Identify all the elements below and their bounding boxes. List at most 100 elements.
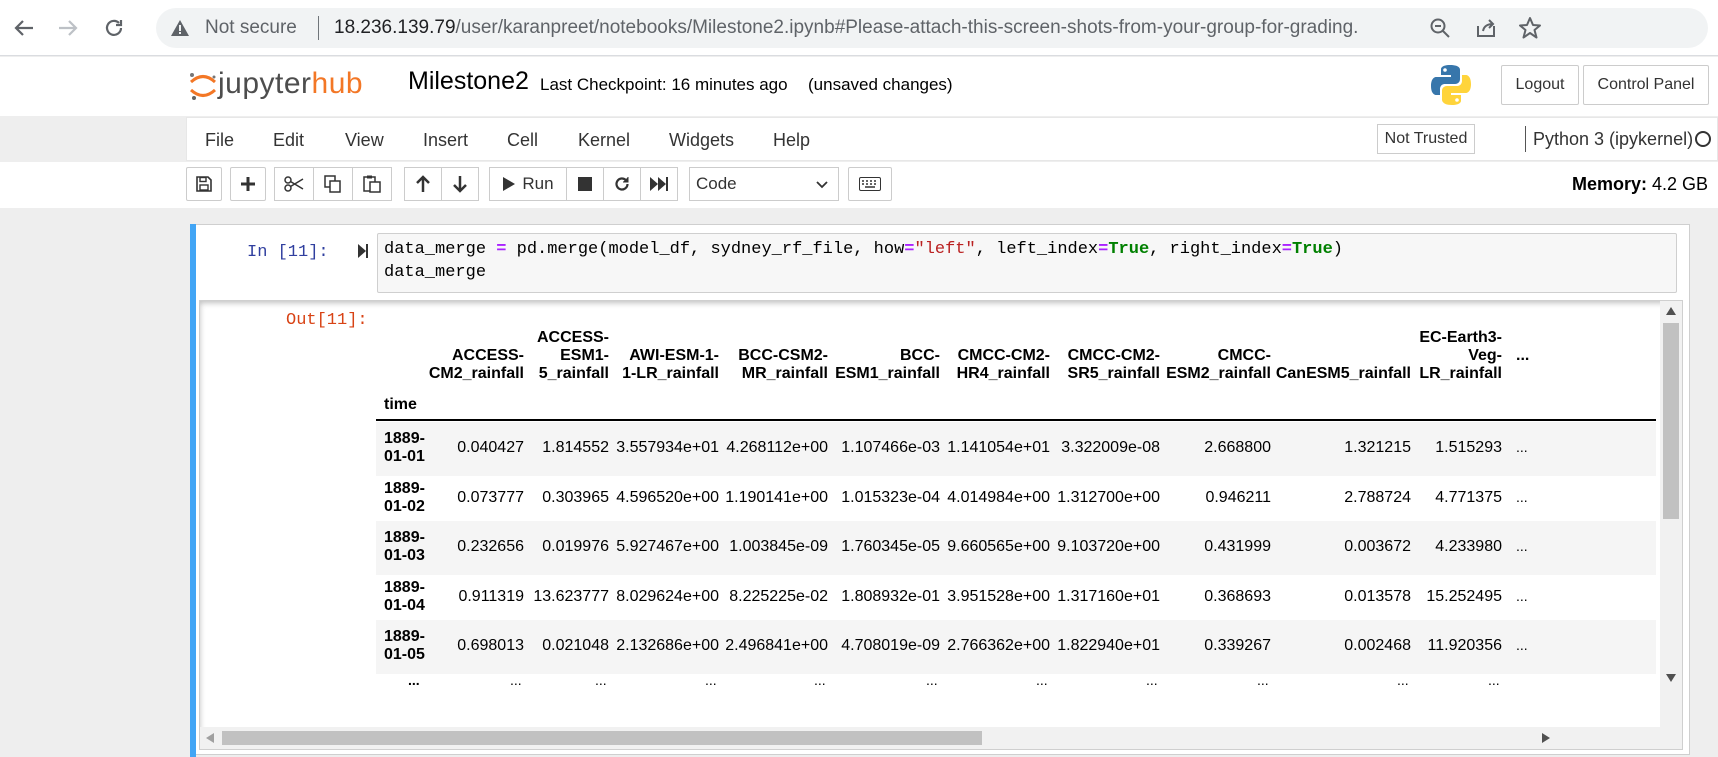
security-label[interactable]: Not secure <box>205 17 297 39</box>
row-index: 1889- 01-02 <box>384 480 425 516</box>
menu-file[interactable]: File <box>205 130 234 151</box>
restart-icon <box>615 177 629 191</box>
cell-ellipsis: ... <box>705 671 717 688</box>
run-cell-icon[interactable] <box>357 243 369 259</box>
table-cell: 1.312700e+00 <box>1057 488 1160 506</box>
table-cell: 1.515293 <box>1435 439 1502 456</box>
back-arrow-icon[interactable] <box>8 12 40 44</box>
cell-ellipsis: ... <box>510 671 522 688</box>
cell-type-select[interactable]: Code <box>689 167 839 201</box>
command-palette-button[interactable] <box>848 167 892 201</box>
row-ellipsis: ... <box>1516 488 1528 505</box>
copy-button[interactable] <box>313 167 353 201</box>
jupyter-orbit-icon <box>189 73 217 100</box>
move-down-button[interactable] <box>441 167 479 201</box>
column-header: ACCESS- CM2_rainfall <box>429 347 524 383</box>
table-row[interactable]: 1889- 01-01 0.040427 1.814552 3.557934e+01 4.… <box>376 422 1656 476</box>
forward-arrow-icon[interactable] <box>52 12 84 44</box>
column-header-line: CanESM5_rainfall <box>1275 365 1411 382</box>
table-cell: 0.013578 <box>1344 587 1411 605</box>
horizontal-scroll-thumb[interactable] <box>222 731 982 745</box>
table-cell: 4.233980 <box>1435 538 1502 555</box>
scroll-down-arrow-icon[interactable] <box>1666 674 1676 682</box>
code-token: , right_index <box>1149 240 1282 259</box>
scissors-icon <box>284 176 304 192</box>
warning-triangle-icon[interactable] <box>170 19 190 42</box>
table-row[interactable]: 1889- 01-03 0.232656 0.019976 5.927467e+00 1.… <box>376 521 1656 575</box>
bookmark-star-icon[interactable] <box>1518 16 1542 40</box>
address-bar[interactable]: Not secure 18.236.139.79/user/karanpreet… <box>156 8 1708 48</box>
scroll-right-arrow-icon[interactable] <box>1542 733 1550 743</box>
index-header: time <box>384 396 417 413</box>
column-header-ellipsis: ... <box>1516 347 1530 364</box>
interrupt-button[interactable] <box>566 167 604 201</box>
share-icon[interactable] <box>1474 16 1498 40</box>
save-button[interactable] <box>186 167 222 201</box>
row-ellipsis: ... <box>1516 637 1528 653</box>
table-cell: 4.268112e+00 <box>726 439 828 456</box>
menu-view[interactable]: View <box>345 130 384 151</box>
vertical-scrollbar[interactable] <box>1660 301 1682 729</box>
code-cell[interactable]: In [11]: data_merge = pd.merge(model_df,… <box>190 224 1690 757</box>
column-header-line: ESM1- <box>560 347 609 364</box>
menu-help[interactable]: Help <box>773 130 810 151</box>
table-cell: 9.103720e+00 <box>1057 538 1160 555</box>
row-ellipsis: ... <box>1516 538 1528 554</box>
menu-insert[interactable]: Insert <box>423 130 468 151</box>
row-index: 1889- 01-04 <box>384 579 425 615</box>
checkpoint-status: Last Checkpoint: 16 minutes ago <box>540 75 788 94</box>
vertical-scroll-thumb[interactable] <box>1663 323 1679 519</box>
keyboard-icon <box>859 177 881 191</box>
notebook-title[interactable]: Milestone2 <box>408 67 529 96</box>
menu-edit[interactable]: Edit <box>273 130 304 151</box>
output-area[interactable]: Out[11]: time ACCESS- CM2_rainfall ACCESS-… <box>199 300 1683 750</box>
column-header: AWI-ESM-1- 1-LR_rainfall <box>622 347 719 383</box>
table-row[interactable]: 1889- 01-04 0.911319 13.623777 8.029624e+00 8… <box>376 571 1656 625</box>
jupyterhub-logo[interactable]: jupyterhub <box>188 65 388 105</box>
code-operator: = <box>1281 240 1292 259</box>
row-ellipsis: ... <box>1516 439 1528 455</box>
move-up-button[interactable] <box>404 167 442 201</box>
kernel-name[interactable]: Python 3 (ipykernel) <box>1533 129 1693 150</box>
table-row[interactable]: 1889- 01-05 0.698013 0.021048 2.132686e+00 2.… <box>376 620 1656 674</box>
column-header-line: MR_rainfall <box>741 365 828 382</box>
scroll-up-arrow-icon[interactable] <box>1666 307 1676 315</box>
table-row[interactable]: 1889- 01-02 0.073777 0.303965 4.596520e+00 1.… <box>376 472 1656 526</box>
menu-kernel[interactable]: Kernel <box>578 130 630 151</box>
horizontal-scrollbar[interactable] <box>200 727 1682 749</box>
code-token: , left_index <box>975 240 1099 259</box>
insert-cell-button[interactable] <box>230 167 266 201</box>
reload-icon[interactable] <box>98 12 130 44</box>
table-cell: 3.951528e+00 <box>947 587 1050 605</box>
ellipsis-row: ................................. <box>376 670 1656 690</box>
not-trusted-button[interactable]: Not Trusted <box>1377 124 1475 154</box>
code-editor[interactable]: data_merge = pd.merge(model_df, sydney_r… <box>377 233 1677 293</box>
restart-button[interactable] <box>603 167 641 201</box>
cell-ellipsis: ... <box>1257 671 1269 688</box>
row-index: 1889- 01-03 <box>384 529 425 565</box>
row-index-line: 01-01 <box>384 448 425 465</box>
table-cell: 0.073777 <box>457 488 524 506</box>
table-cell: 2.496841e+00 <box>725 637 828 654</box>
url-text[interactable]: 18.236.139.79/user/karanpreet/notebooks/… <box>334 17 1358 39</box>
cut-button[interactable] <box>274 167 314 201</box>
row-ellipsis: ... <box>1516 587 1528 604</box>
column-header: CMCC-CM2- HR4_rainfall <box>957 347 1050 383</box>
run-button[interactable]: Run <box>489 167 567 201</box>
scroll-left-arrow-icon[interactable] <box>206 733 214 743</box>
paste-button[interactable] <box>352 167 392 201</box>
restart-run-all-button[interactable] <box>640 167 678 201</box>
run-button-group: Run <box>489 167 678 201</box>
zoom-magnifier-icon[interactable] <box>1428 16 1452 40</box>
input-prompt: In [11]: <box>247 243 329 262</box>
menu-widgets[interactable]: Widgets <box>669 130 734 151</box>
table-cell: 8.029624e+00 <box>616 587 719 605</box>
python-logo-icon <box>1431 65 1471 105</box>
control-panel-button[interactable]: Control Panel <box>1583 65 1709 105</box>
row-index-line: 1889- <box>384 628 425 645</box>
column-header-line: AWI-ESM-1- <box>629 347 719 364</box>
kernel-separator <box>1525 126 1526 152</box>
logout-button[interactable]: Logout <box>1501 65 1579 105</box>
table-cell: 9.660565e+00 <box>947 538 1050 555</box>
menu-cell[interactable]: Cell <box>507 130 538 151</box>
